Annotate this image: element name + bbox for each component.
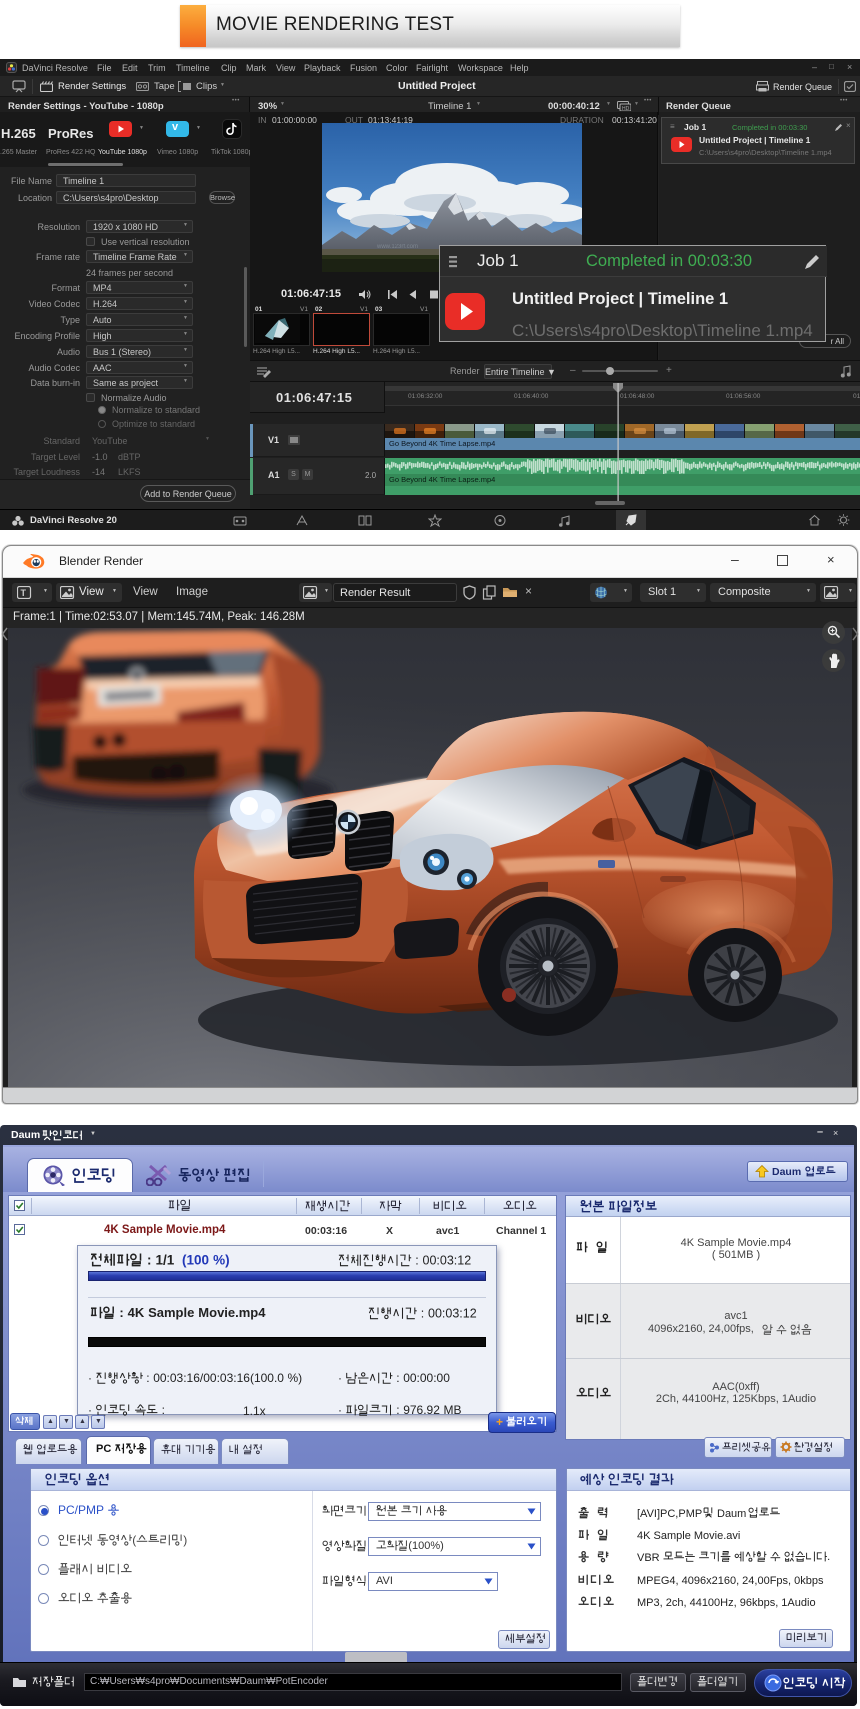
svg-text::: :: [162, 1404, 165, 1417]
svg-text:00:03:16/00:03:16(100.0: 00:03:16/00:03:16(100.0: [153, 1372, 284, 1385]
svg-text:00:03:12: 00:03:12: [428, 1307, 477, 1321]
svg-text::: :: [147, 1253, 152, 1267]
svg-text:·: ·: [338, 1372, 342, 1385]
svg-text:T: T: [21, 588, 27, 598]
svg-text::: :: [421, 1307, 424, 1321]
svg-text:%): %): [213, 1253, 230, 1267]
svg-text:%): %): [288, 1372, 303, 1385]
svg-text:AVI: AVI: [376, 1575, 393, 1587]
svg-text:): ): [183, 1534, 187, 1547]
svg-text::: :: [396, 1404, 399, 1417]
svg-text:Movie.mp4: Movie.mp4: [198, 1306, 266, 1320]
svg-text:00:00:00: 00:00:00: [403, 1372, 450, 1385]
svg-text:·: ·: [338, 1404, 342, 1417]
svg-text:Sample: Sample: [148, 1306, 194, 1320]
svg-text:1/1: 1/1: [156, 1253, 175, 1267]
svg-text:(100%): (100%): [408, 1540, 443, 1552]
svg-text:PC: PC: [96, 1443, 111, 1455]
svg-text:PC/PMP: PC/PMP: [58, 1504, 104, 1517]
svg-text:00:03:12: 00:03:12: [423, 1254, 472, 1268]
svg-text::: :: [146, 1372, 149, 1385]
svg-text:HD: HD: [622, 106, 630, 111]
svg-text:(100: (100: [182, 1253, 209, 1267]
svg-text:www.123rf.com: www.123rf.com: [376, 244, 418, 250]
svg-text:(: (: [132, 1534, 136, 1547]
svg-text:4K: 4K: [128, 1306, 145, 1320]
svg-text:·: ·: [88, 1372, 92, 1385]
svg-text:MB: MB: [444, 1404, 462, 1417]
svg-text::: :: [119, 1306, 123, 1320]
svg-text::: :: [396, 1372, 399, 1385]
svg-text:976.92: 976.92: [403, 1404, 440, 1417]
svg-text::: :: [415, 1254, 418, 1268]
svg-text:.: .: [827, 1551, 830, 1563]
